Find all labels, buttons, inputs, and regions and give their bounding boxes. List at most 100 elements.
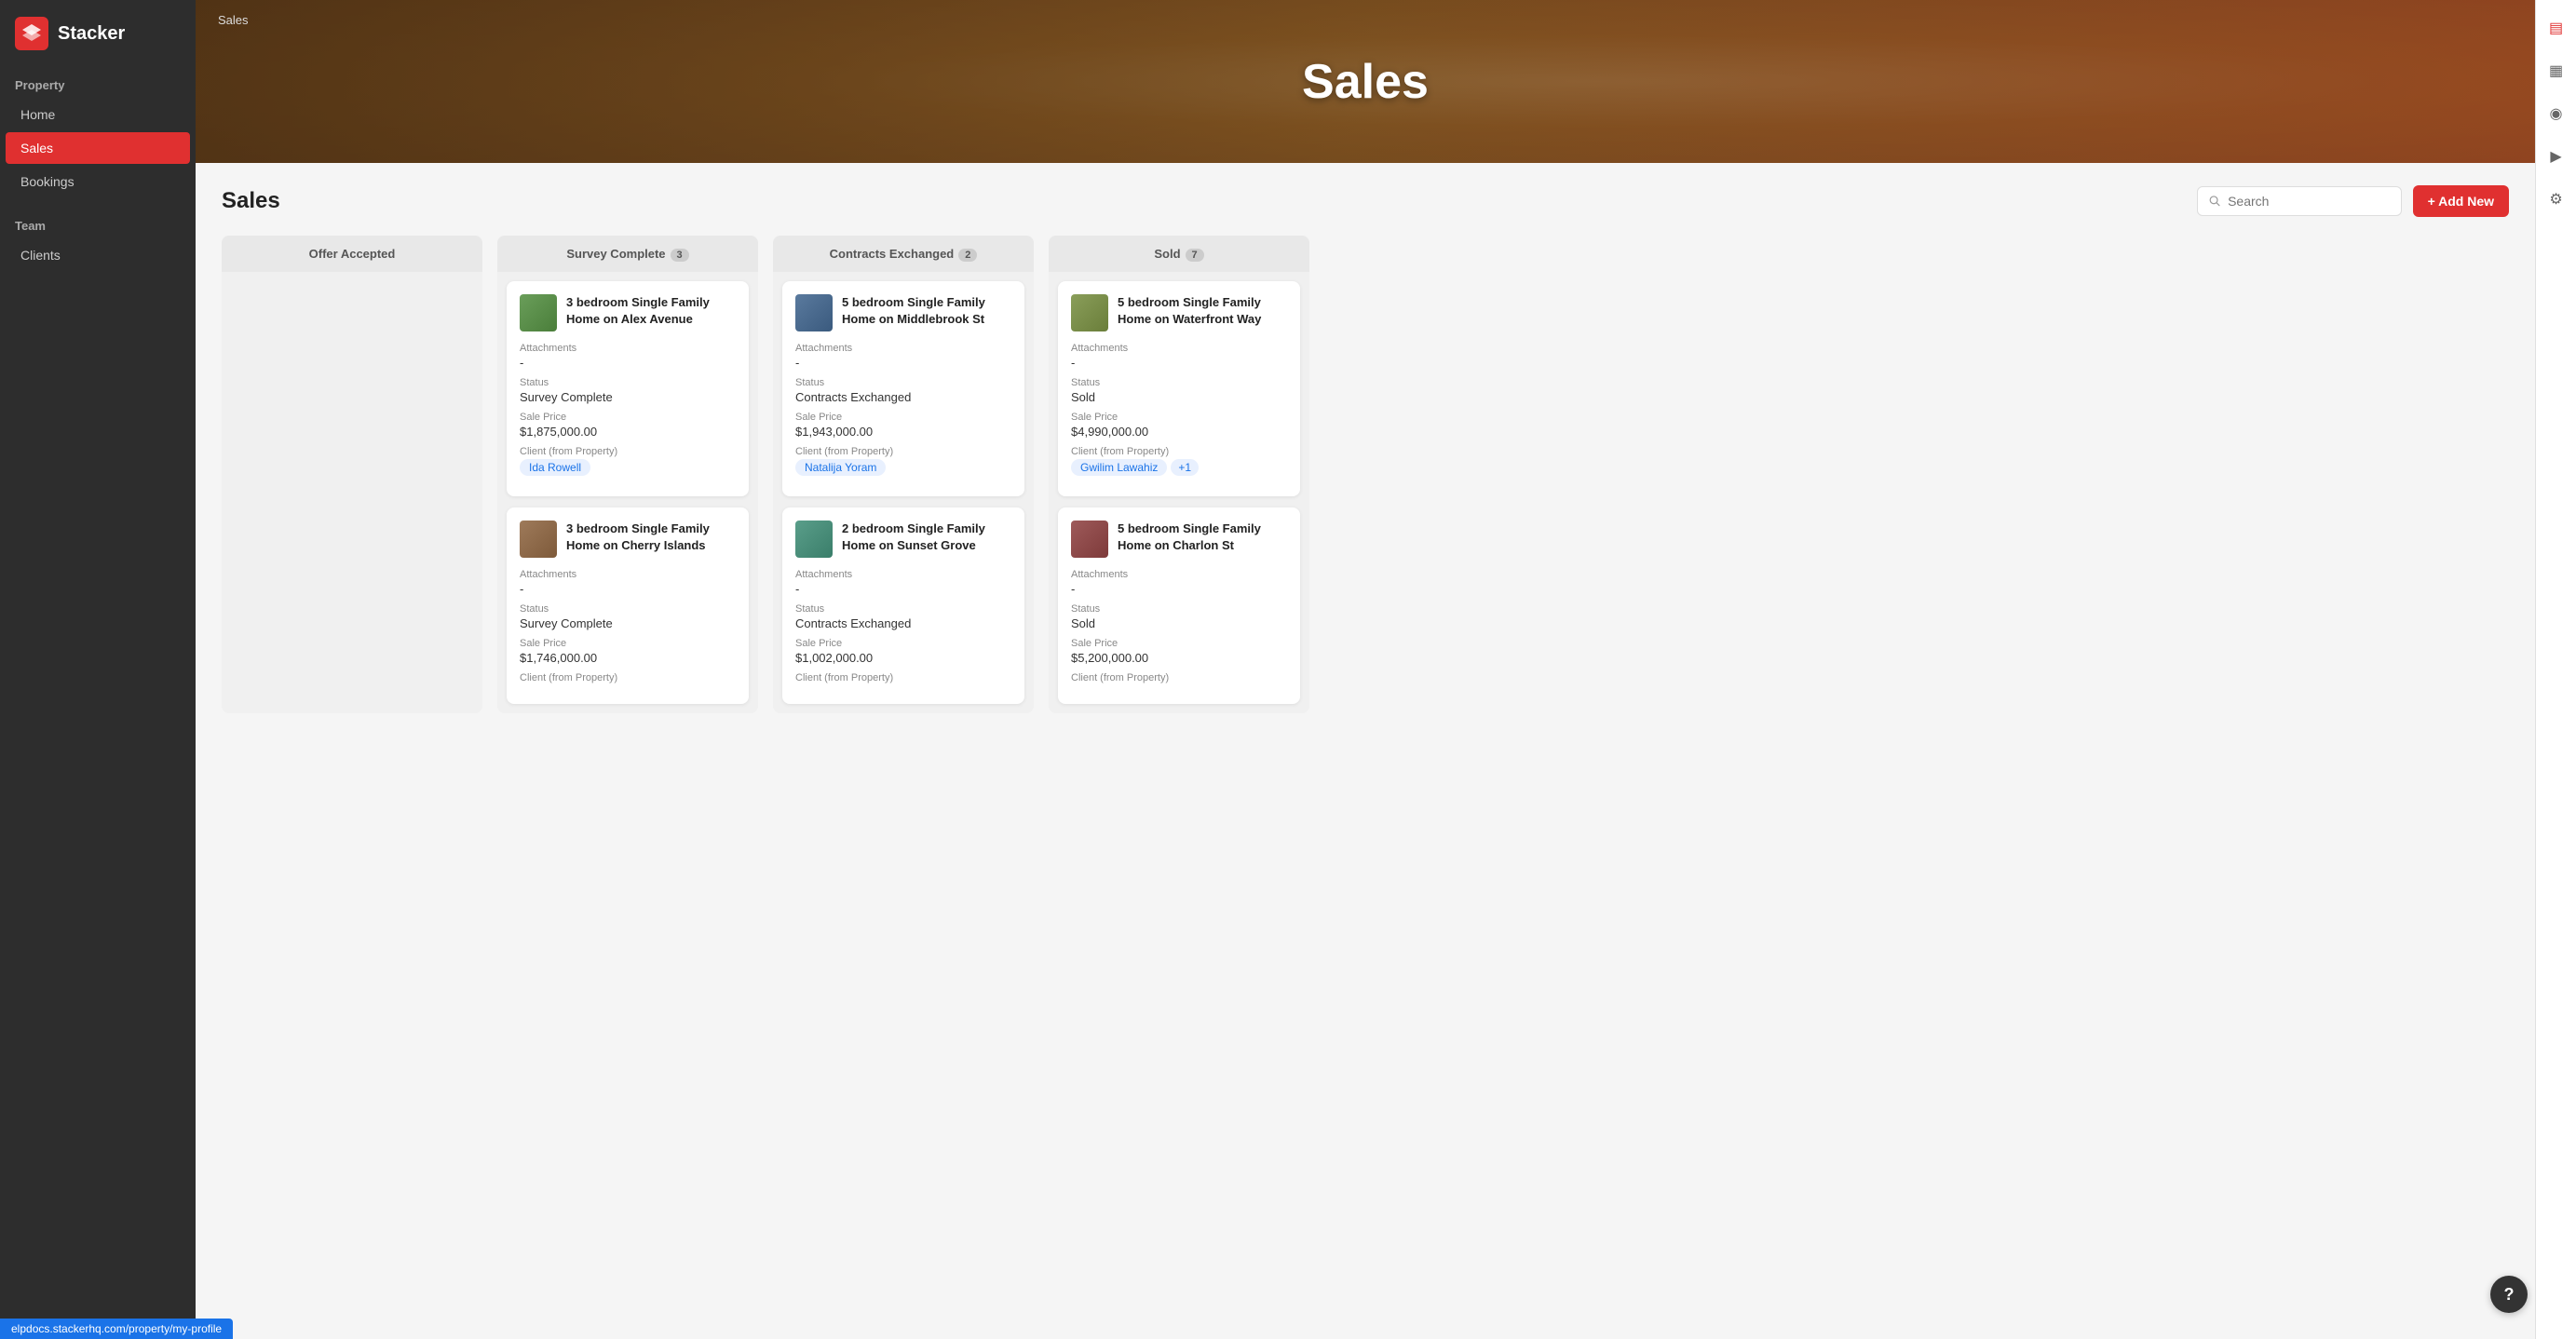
person-icon[interactable]: ◉ <box>2543 101 2569 127</box>
card-client-field: Client (from Property) Natalija Yoram <box>795 446 1011 476</box>
kanban-card[interactable]: 2 bedroom Single Family Home on Sunset G… <box>782 507 1024 704</box>
attachments-label: Attachments <box>1071 343 1287 354</box>
price-value: $5,200,000.00 <box>1071 651 1287 665</box>
calendar-icon[interactable]: ▦ <box>2543 58 2569 84</box>
price-label: Sale Price <box>520 638 736 649</box>
status-label: Status <box>795 603 1011 615</box>
sidebar-item-home[interactable]: Home <box>6 99 190 130</box>
kanban-card[interactable]: 5 bedroom Single Family Home on Charlon … <box>1058 507 1300 704</box>
bottom-tooltip: elpdocs.stackerhq.com/property/my-profil… <box>0 1319 233 1339</box>
client-tag[interactable]: Gwilim Lawahiz <box>1071 459 1167 476</box>
card-status-field: StatusSold <box>1071 377 1287 404</box>
client-label: Client (from Property) <box>795 672 1011 683</box>
sidebar-item-sales[interactable]: Sales <box>6 132 190 164</box>
play-icon[interactable]: ▶ <box>2543 143 2569 169</box>
column-header-contracts-exchanged: Contracts Exchanged2 <box>773 236 1034 272</box>
status-label: Status <box>520 603 736 615</box>
card-client-field: Client (from Property) <box>1071 672 1287 683</box>
attachments-label: Attachments <box>520 343 736 354</box>
client-tags: Natalija Yoram <box>795 459 1011 476</box>
team-section-label: Team <box>0 210 196 238</box>
price-label: Sale Price <box>795 638 1011 649</box>
kanban-column-sold: Sold75 bedroom Single Family Home on Wat… <box>1049 236 1309 713</box>
card-status-field: Status Survey Complete <box>520 377 736 404</box>
card-status-field: StatusContracts Exchanged <box>795 603 1011 630</box>
status-value: Survey Complete <box>520 616 736 630</box>
card-thumbnail <box>1071 521 1108 558</box>
help-button[interactable]: ? <box>2490 1276 2528 1313</box>
card-client-field: Client (from Property) Ida Rowell <box>520 446 736 476</box>
cards-contracts-exchanged: 5 bedroom Single Family Home on Middlebr… <box>773 272 1034 713</box>
status-value: Survey Complete <box>520 390 736 404</box>
client-label: Client (from Property) <box>520 446 736 457</box>
price-value: $4,990,000.00 <box>1071 425 1287 439</box>
filter-icon[interactable]: ▤ <box>2543 15 2569 41</box>
stacker-logo-icon <box>15 17 48 50</box>
price-label: Sale Price <box>1071 638 1287 649</box>
cards-sold: 5 bedroom Single Family Home on Waterfro… <box>1049 272 1309 713</box>
status-label: Status <box>520 377 736 388</box>
client-label: Client (from Property) <box>795 446 1011 457</box>
cards-offer-accepted <box>222 272 482 291</box>
attachments-label: Attachments <box>795 569 1011 580</box>
column-header-survey-complete: Survey Complete3 <box>497 236 758 272</box>
card-client-field: Client (from Property) Gwilim Lawahiz+1 <box>1071 446 1287 476</box>
column-header-offer-accepted: Offer Accepted <box>222 236 482 272</box>
card-thumbnail <box>520 521 557 558</box>
client-label: Client (from Property) <box>1071 446 1287 457</box>
sidebar-item-bookings[interactable]: Bookings <box>6 166 190 197</box>
kanban-card[interactable]: 3 bedroom Single Family Home on Alex Ave… <box>507 281 749 496</box>
client-tag[interactable]: Natalija Yoram <box>795 459 886 476</box>
card-price-field: Sale Price$1,002,000.00 <box>795 638 1011 665</box>
attachments-label: Attachments <box>795 343 1011 354</box>
status-label: Status <box>795 377 1011 388</box>
client-tag[interactable]: Ida Rowell <box>520 459 590 476</box>
attachments-value: - <box>520 356 736 370</box>
client-tags: Gwilim Lawahiz+1 <box>1071 459 1287 476</box>
card-title: 5 bedroom Single Family Home on Charlon … <box>1118 521 1287 554</box>
kanban-card[interactable]: 5 bedroom Single Family Home on Waterfro… <box>1058 281 1300 496</box>
card-title: 5 bedroom Single Family Home on Middlebr… <box>842 294 1011 328</box>
sidebar: Stacker Property Home Sales Bookings Tea… <box>0 0 196 1339</box>
kanban-card[interactable]: 5 bedroom Single Family Home on Middlebr… <box>782 281 1024 496</box>
attachments-label: Attachments <box>520 569 736 580</box>
kanban-card[interactable]: 3 bedroom Single Family Home on Cherry I… <box>507 507 749 704</box>
card-client-field: Client (from Property) <box>520 672 736 683</box>
card-thumbnail <box>795 521 833 558</box>
status-label: Status <box>1071 603 1287 615</box>
content-area: Sales + Add New Offer AcceptedSurvey Com… <box>196 163 2535 1339</box>
search-box[interactable] <box>2197 186 2402 216</box>
app-logo: Stacker <box>0 0 196 69</box>
attachments-value: - <box>520 582 736 596</box>
hero-banner: Sales Sales <box>196 0 2535 163</box>
card-attachments-field: Attachments - <box>520 343 736 370</box>
card-thumbnail <box>1071 294 1108 331</box>
kanban-column-survey-complete: Survey Complete3 3 bedroom Single Family … <box>497 236 758 713</box>
app-name: Stacker <box>58 23 125 45</box>
card-header: 3 bedroom Single Family Home on Cherry I… <box>520 521 736 558</box>
card-header: 2 bedroom Single Family Home on Sunset G… <box>795 521 1011 558</box>
kanban-board: Offer Accepted Survey Complete3 3 bedroom … <box>222 236 2509 713</box>
breadcrumb: Sales <box>218 13 249 27</box>
kanban-column-contracts-exchanged: Contracts Exchanged2 5 bedroom Single Fam… <box>773 236 1034 713</box>
search-input[interactable] <box>2228 194 2389 209</box>
gear-icon[interactable]: ⚙ <box>2543 186 2569 212</box>
status-value: Sold <box>1071 390 1287 404</box>
client-tag-count: +1 <box>1171 459 1199 476</box>
card-attachments-field: Attachments- <box>795 569 1011 596</box>
search-icon <box>2209 195 2221 208</box>
card-price-field: Sale Price$4,990,000.00 <box>1071 412 1287 439</box>
status-value: Contracts Exchanged <box>795 616 1011 630</box>
price-label: Sale Price <box>520 412 736 423</box>
main-content: Sales Sales Sales + Add New Offer A <box>196 0 2535 1339</box>
sidebar-item-clients[interactable]: Clients <box>6 239 190 271</box>
attachments-value: - <box>795 356 1011 370</box>
add-new-button[interactable]: + Add New <box>2413 185 2509 217</box>
topbar-actions: + Add New <box>2197 185 2509 217</box>
client-label: Client (from Property) <box>520 672 736 683</box>
card-attachments-field: Attachments - <box>520 569 736 596</box>
client-label: Client (from Property) <box>1071 672 1287 683</box>
kanban-column-offer-accepted: Offer Accepted <box>222 236 482 713</box>
card-status-field: StatusContracts Exchanged <box>795 377 1011 404</box>
card-attachments-field: Attachments - <box>795 343 1011 370</box>
